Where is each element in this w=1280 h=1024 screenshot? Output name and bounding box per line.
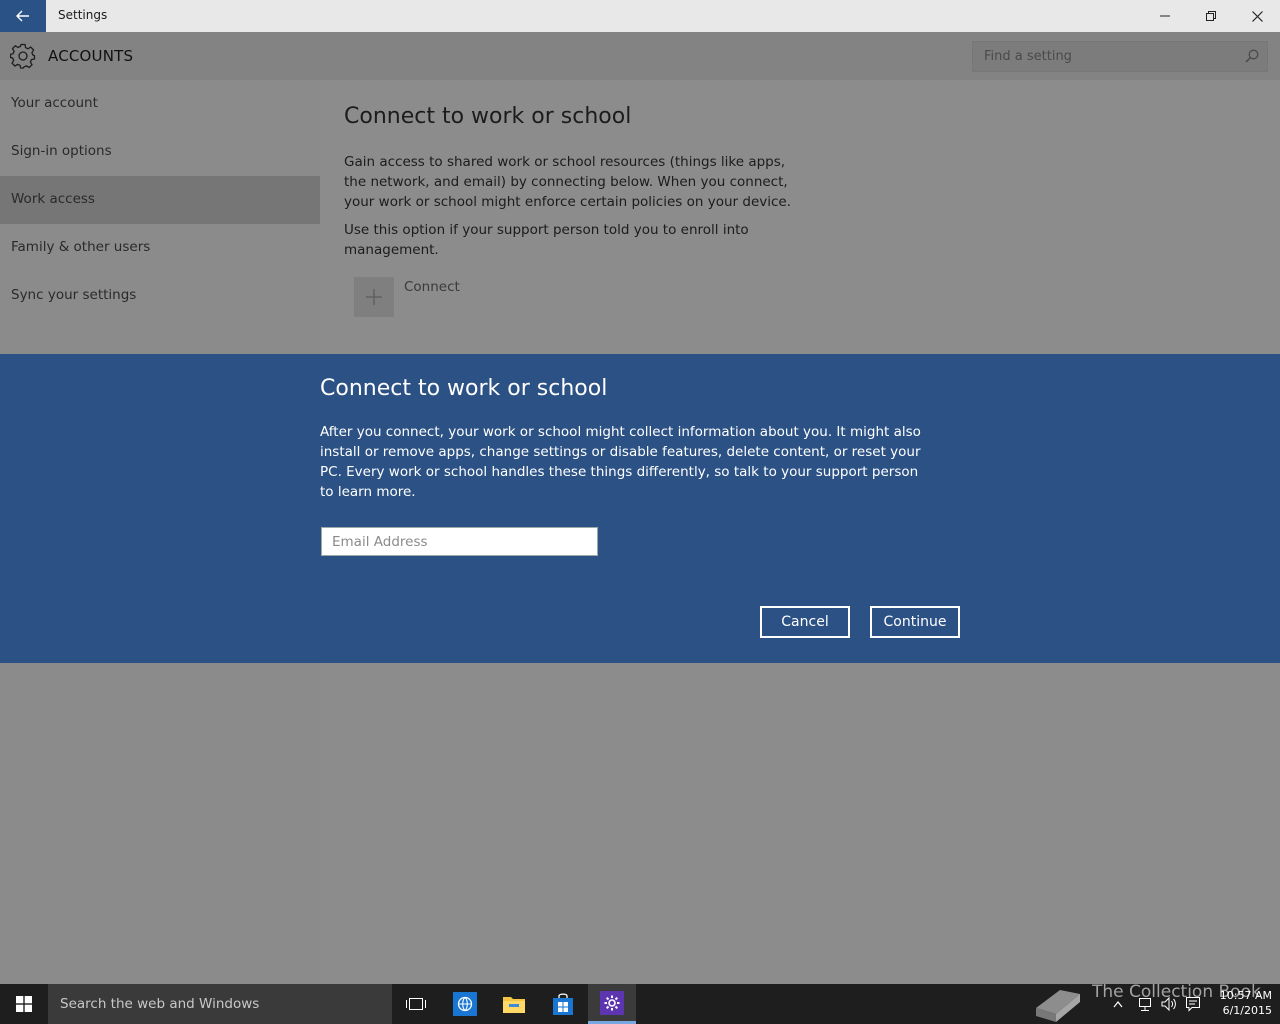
title-bar: Settings <box>0 0 1280 32</box>
description-paragraph: Gain access to shared work or school res… <box>344 154 792 210</box>
action-center-icon[interactable] <box>1184 994 1202 1014</box>
sidebar-item-your-account[interactable]: Your account <box>0 80 320 128</box>
store-bag-icon <box>553 993 573 1015</box>
connect-label[interactable]: Connect <box>404 279 460 295</box>
taskbar: Search the web and Windows The Collectio… <box>0 982 1280 1024</box>
settings-gear-icon <box>600 990 624 1015</box>
sidebar-item-label: Sign-in options <box>11 143 112 159</box>
enroll-paragraph: Use this option if your support person t… <box>344 222 749 258</box>
taskbar-search-text: Search the web and Windows <box>60 996 260 1012</box>
restore-button[interactable] <box>1188 0 1234 32</box>
close-button[interactable] <box>1234 0 1280 32</box>
show-hidden-icons-chevron-icon[interactable] <box>1112 994 1124 1014</box>
page-title: Connect to work or school <box>344 104 632 129</box>
gear-icon <box>9 43 36 69</box>
system-clock[interactable]: 10:57 AM 6/1/2015 <box>1212 988 1272 1018</box>
cancel-button[interactable]: Cancel <box>760 606 850 638</box>
minimize-icon <box>1160 15 1170 17</box>
find-setting-search[interactable]: Find a setting <box>972 41 1268 72</box>
dialog-title: Connect to work or school <box>320 376 608 401</box>
dialog-message: After you connect, your work or school m… <box>320 424 921 500</box>
search-icon[interactable] <box>1245 49 1259 63</box>
connect-dialog: Connect to work or school After you conn… <box>0 354 1280 663</box>
minimize-button[interactable] <box>1142 0 1188 32</box>
folder-icon <box>503 997 525 1013</box>
taskbar-search-box[interactable]: Search the web and Windows <box>48 984 392 1024</box>
sidebar-item-sync-settings[interactable]: Sync your settings <box>0 272 320 320</box>
sidebar-item-sign-in-options[interactable]: Sign-in options <box>0 128 320 176</box>
sidebar-item-work-access[interactable]: Work access <box>0 176 320 224</box>
sidebar-item-label: Your account <box>11 95 98 111</box>
restore-icon <box>1206 11 1216 21</box>
windows-logo-icon <box>16 996 32 1012</box>
connect-button[interactable] <box>354 277 394 317</box>
back-button[interactable] <box>0 0 46 32</box>
sidebar-item-label: Family & other users <box>11 239 151 255</box>
task-view-icon <box>406 998 426 1010</box>
clock-date: 6/1/2015 <box>1222 1004 1272 1017</box>
volume-icon[interactable] <box>1160 994 1178 1014</box>
book-icon <box>1036 990 1080 1022</box>
network-icon[interactable] <box>1136 994 1154 1014</box>
sidebar-item-family-other-users[interactable]: Family & other users <box>0 224 320 272</box>
close-icon <box>1251 10 1263 22</box>
sidebar-item-label: Work access <box>11 191 95 207</box>
taskbar-edge-browser[interactable] <box>441 984 489 1024</box>
back-arrow-icon <box>16 10 29 22</box>
task-view-button[interactable] <box>392 984 440 1024</box>
sidebar-item-label: Sync your settings <box>11 287 137 303</box>
continue-button[interactable]: Continue <box>870 606 960 638</box>
taskbar-file-explorer[interactable] <box>490 984 538 1024</box>
window-title: Settings <box>58 8 108 22</box>
browser-globe-icon <box>453 992 477 1016</box>
plus-icon <box>366 289 382 305</box>
search-placeholder: Find a setting <box>984 49 1072 64</box>
clock-time: 10:57 AM <box>1219 989 1272 1002</box>
app-header: ACCOUNTS Find a setting <box>0 32 1280 80</box>
email-address-input[interactable] <box>321 527 598 556</box>
start-button[interactable] <box>0 984 48 1024</box>
section-title: ACCOUNTS <box>48 47 134 65</box>
taskbar-store[interactable] <box>539 984 587 1024</box>
taskbar-settings-app[interactable] <box>588 984 636 1024</box>
